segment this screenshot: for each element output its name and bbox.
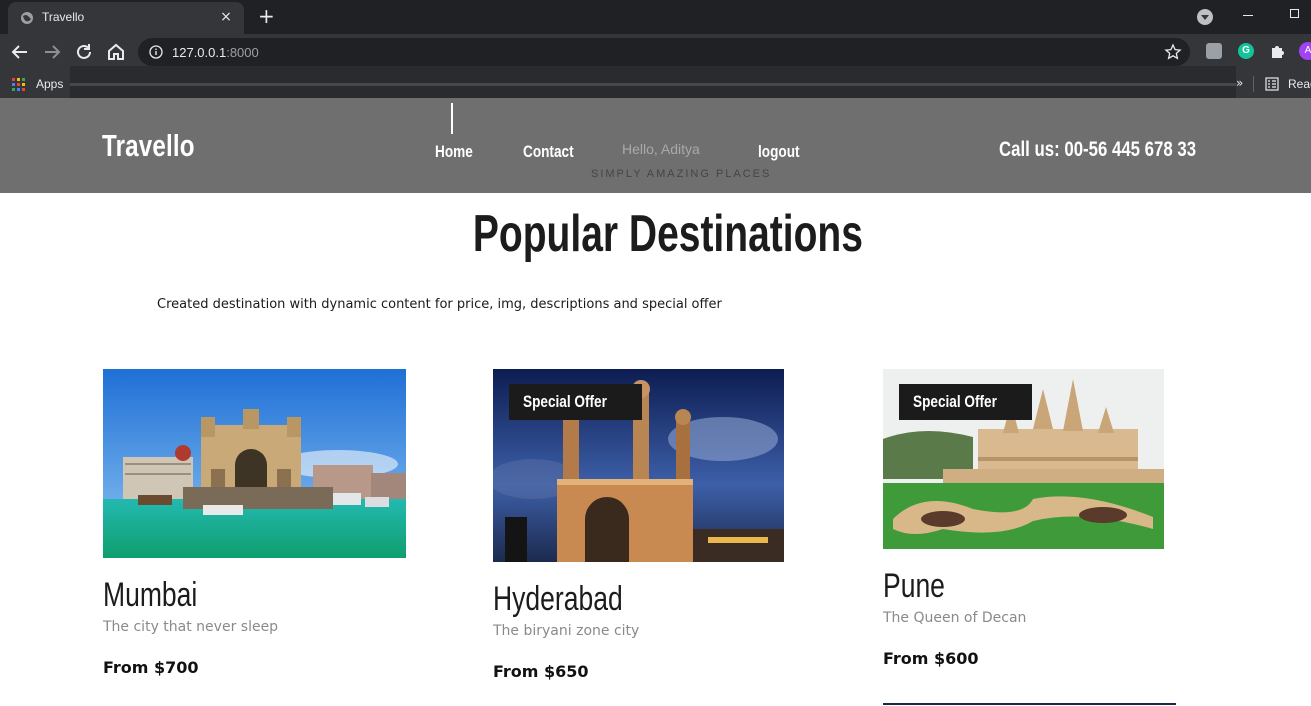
- destination-price: From $700: [103, 658, 199, 677]
- page-subtitle: Created destination with dynamic content…: [157, 297, 722, 312]
- site-logo[interactable]: Travello: [102, 128, 195, 164]
- reload-icon[interactable]: [72, 40, 96, 64]
- destination-image[interactable]: Special Offer: [883, 369, 1164, 549]
- card-divider: [883, 703, 1176, 705]
- profile-avatar[interactable]: A: [1299, 42, 1311, 60]
- destination-name[interactable]: Mumbai: [103, 576, 197, 615]
- site-tagline: SIMPLY AMAZING PLACES: [591, 168, 772, 180]
- tab-search-icon[interactable]: [1197, 9, 1213, 25]
- page-title: Popular Destinations: [0, 204, 1311, 264]
- minimize-window-icon[interactable]: [1243, 15, 1253, 16]
- info-icon[interactable]: [149, 45, 163, 59]
- destination-name[interactable]: Pune: [883, 567, 945, 606]
- apps-grid-icon[interactable]: [12, 78, 25, 91]
- user-greeting: Hello, Aditya: [622, 141, 700, 157]
- destination-name[interactable]: Hyderabad: [493, 580, 623, 619]
- browser-tab-strip: Travello × +: [0, 0, 1311, 34]
- destination-description: The Queen of Decan: [883, 610, 1027, 626]
- browser-tab[interactable]: Travello ×: [8, 2, 244, 34]
- special-offer-badge: Special Offer: [899, 384, 1032, 420]
- bookmarks-separator: [1253, 76, 1254, 92]
- reading-list-icon[interactable]: [1265, 77, 1279, 91]
- address-bar[interactable]: 127.0.0.1:8000: [138, 38, 1190, 66]
- destination-image[interactable]: [103, 369, 406, 558]
- maximize-window-icon[interactable]: [1290, 9, 1299, 18]
- active-nav-indicator: [451, 103, 453, 134]
- special-offer-text: Special Offer: [523, 392, 607, 411]
- new-tab-button[interactable]: +: [258, 6, 275, 26]
- special-offer-text: Special Offer: [913, 392, 997, 411]
- nav-contact-link[interactable]: Contact: [523, 142, 574, 162]
- destination-price: From $650: [493, 662, 589, 681]
- url-port: :8000: [226, 45, 259, 60]
- nav-logout-link[interactable]: logout: [758, 142, 800, 162]
- url-text[interactable]: 127.0.0.1:8000: [172, 45, 259, 60]
- browser-toolbar: 127.0.0.1:8000: [0, 34, 1311, 70]
- url-host: 127.0.0.1: [172, 45, 227, 60]
- globe-icon: [21, 12, 33, 24]
- close-tab-icon[interactable]: ×: [218, 9, 234, 25]
- gateway-of-india-photo: [103, 369, 406, 558]
- tab-title: Travello: [42, 10, 85, 24]
- extensions-puzzle-icon[interactable]: [1270, 43, 1286, 59]
- destination-image[interactable]: Special Offer: [493, 369, 784, 562]
- extension-icon[interactable]: [1206, 43, 1222, 59]
- destination-description: The biryani zone city: [493, 623, 640, 639]
- apps-bookmark[interactable]: Apps: [36, 77, 63, 91]
- nav-home-link[interactable]: Home: [435, 142, 473, 162]
- site-header: Travello Home Contact Hello, Aditya logo…: [0, 98, 1311, 193]
- more-bookmarks-chevron-icon[interactable]: »: [1236, 76, 1243, 90]
- destination-description: The city that never sleep: [103, 619, 279, 635]
- reading-list-label[interactable]: Reac: [1288, 77, 1311, 91]
- special-offer-badge: Special Offer: [509, 384, 642, 420]
- bookmarks-overflow-strip: [70, 66, 1236, 98]
- call-us-phone: Call us: 00-56 445 678 33: [999, 138, 1197, 161]
- grammarly-icon[interactable]: G: [1238, 43, 1254, 59]
- bookmark-star-icon[interactable]: [1164, 43, 1182, 61]
- back-icon[interactable]: [8, 40, 32, 64]
- destination-price: From $600: [883, 649, 979, 668]
- home-icon[interactable]: [104, 40, 128, 64]
- page-title-text: Popular Destinations: [472, 205, 863, 263]
- forward-icon[interactable]: [40, 40, 64, 64]
